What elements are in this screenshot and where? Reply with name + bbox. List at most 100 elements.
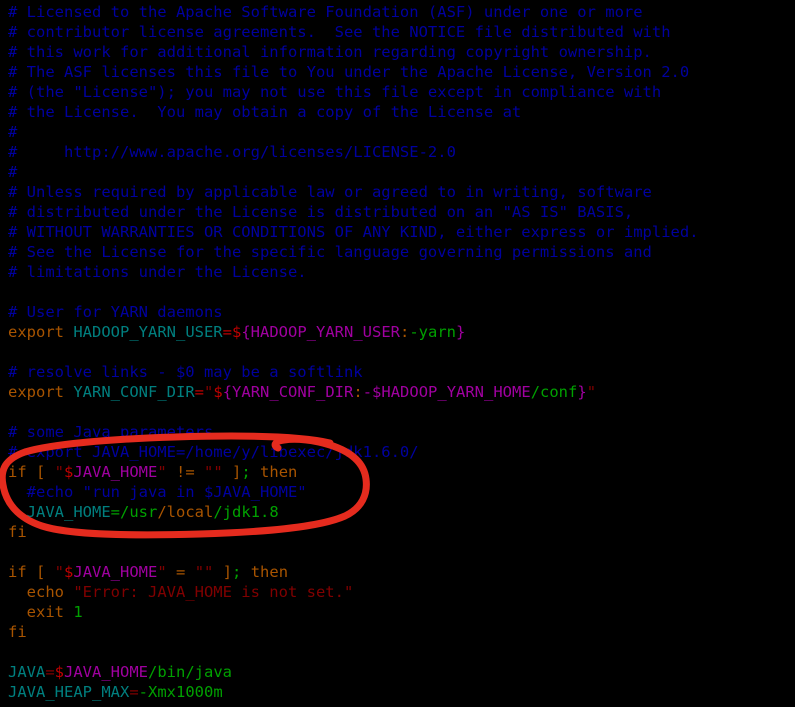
var-java-home: JAVA_HOME xyxy=(73,463,158,481)
empty-string: "" xyxy=(194,563,214,581)
bracket-open: [ xyxy=(26,463,55,481)
code-line: # distributed under the License is distr… xyxy=(8,202,699,222)
code-line: # export JAVA_HOME=/home/y/libexec/jdk1.… xyxy=(8,442,699,462)
error-message-string: "Error: JAVA_HOME is not set." xyxy=(64,583,354,601)
var-java-heap-max: JAVA_HEAP_MAX xyxy=(8,683,130,701)
path-local: /local xyxy=(157,503,214,521)
comment-commented-export: # export JAVA_HOME=/home/y/libexec/jdk1.… xyxy=(8,443,419,461)
code-line: # User for YARN daemons xyxy=(8,302,699,322)
param-default-var: -$HADOOP_YARN_HOME xyxy=(362,383,531,401)
shell-script-code[interactable]: # Licensed to the Apache Software Founda… xyxy=(8,2,699,702)
path-usr: /usr xyxy=(120,503,158,521)
code-line-heap-max: JAVA_HEAP_MAX=-Xmx1000m xyxy=(8,682,699,702)
quote-open: " xyxy=(54,563,65,581)
dollar-sign: $ xyxy=(64,563,74,581)
comment-text: # See the License for the specific langu… xyxy=(8,243,652,261)
keyword-export: export xyxy=(8,323,64,341)
code-line: # Licensed to the Apache Software Founda… xyxy=(8,2,699,22)
code-line-commented-echo: #echo "run java in $JAVA_HOME" xyxy=(8,482,699,502)
code-line: # http://www.apache.org/licenses/LICENSE… xyxy=(8,142,699,162)
comment-text: # limitations under the License. xyxy=(8,263,307,281)
keyword-if: if xyxy=(8,563,27,581)
comment-text: # Unless required by applicable law or a… xyxy=(8,183,652,201)
code-line: # some Java parameters xyxy=(8,422,699,442)
comment-url-text: # http://www.apache.org/licenses/LICENSE… xyxy=(8,143,456,161)
brace-open: { xyxy=(241,323,251,341)
param-name: YARN_CONF_DIR xyxy=(232,383,354,401)
operator-equal: = xyxy=(166,563,195,581)
var-java-home: JAVA_HOME xyxy=(73,563,158,581)
keyword-if: if xyxy=(8,463,27,481)
path-bin-java: /bin/java xyxy=(148,663,233,681)
code-line: # resolve links - $0 may be a softlink xyxy=(8,362,699,382)
code-line-java-home-assign: JAVA_HOME=/usr/local/jdk1.8 xyxy=(8,502,699,522)
var-java: JAVA xyxy=(8,663,46,681)
code-line: # Unless required by applicable law or a… xyxy=(8,182,699,202)
code-line: # (the "License"); you may not use this … xyxy=(8,82,699,102)
terminal-window[interactable]: # Licensed to the Apache Software Founda… xyxy=(0,0,795,707)
heap-max-value: -Xmx1000m xyxy=(138,683,223,701)
quote-close: " xyxy=(586,383,597,401)
code-line-if-java-home-set: if [ "$JAVA_HOME" != "" ]; then xyxy=(8,462,699,482)
keyword-then: then xyxy=(241,563,289,581)
comment-text: #echo "run java in $JAVA_HOME" xyxy=(8,483,307,501)
dollar-sign: $ xyxy=(54,663,65,681)
comment-text: # (the "License"); you may not use this … xyxy=(8,83,662,101)
code-line: # limitations under the License. xyxy=(8,262,699,282)
brace-close: } xyxy=(456,323,466,341)
comment-text: # this work for additional information r… xyxy=(8,43,652,61)
bracket-close: ] xyxy=(213,563,233,581)
var-name: YARN_CONF_DIR xyxy=(64,383,195,401)
empty-string: "" xyxy=(204,463,223,481)
brace-close: } xyxy=(577,383,587,401)
comment-text: # resolve links - $0 may be a softlink xyxy=(8,363,363,381)
keyword-exit: exit xyxy=(8,603,64,621)
comment-text: # Licensed to the Apache Software Founda… xyxy=(8,3,643,21)
code-line: # the License. You may obtain a copy of … xyxy=(8,102,699,122)
code-line-export-yarn-user: export HADOOP_YARN_USER=${HADOOP_YARN_US… xyxy=(8,322,699,342)
var-name: HADOOP_YARN_USER xyxy=(64,323,223,341)
code-line: # contributor license agreements. See th… xyxy=(8,22,699,42)
comment-text: # the License. You may obtain a copy of … xyxy=(8,103,522,121)
var-java-home: JAVA_HOME xyxy=(8,503,111,521)
code-line: # The ASF licenses this file to You unde… xyxy=(8,62,699,82)
comment-text: # xyxy=(8,123,18,141)
code-line-fi: fi xyxy=(8,622,699,642)
quote-open: " xyxy=(204,383,214,401)
path-jdk: /jdk1.8 xyxy=(213,503,279,521)
keyword-fi: fi xyxy=(8,623,27,641)
param-default-path: /conf xyxy=(530,383,578,401)
code-line: # this work for additional information r… xyxy=(8,42,699,62)
comment-text: # distributed under the License is distr… xyxy=(8,203,634,221)
semicolon: ; xyxy=(241,463,251,481)
equals-sign: = xyxy=(45,663,55,681)
semicolon: ; xyxy=(232,563,242,581)
code-line: # See the License for the specific langu… xyxy=(8,242,699,262)
var-java-home: JAVA_HOME xyxy=(64,663,149,681)
param-default-value: -yarn xyxy=(409,323,456,341)
param-colon: : xyxy=(353,383,363,401)
bracket-close: ] xyxy=(222,463,242,481)
code-line-exit: exit 1 xyxy=(8,602,699,622)
equals-sign: = xyxy=(129,683,139,701)
comment-text: # User for YARN daemons xyxy=(8,303,223,321)
code-line: # xyxy=(8,162,699,182)
quote-close: " xyxy=(157,463,167,481)
comment-text: # xyxy=(8,163,18,181)
code-line-if-java-home-empty: if [ "$JAVA_HOME" = "" ]; then xyxy=(8,562,699,582)
quote-close: " xyxy=(157,563,167,581)
operator-not-equal: != xyxy=(166,463,205,481)
code-line-fi: fi xyxy=(8,522,699,542)
dollar-sign: $ xyxy=(213,383,223,401)
comment-text: # The ASF licenses this file to You unde… xyxy=(8,63,690,81)
param-colon: : xyxy=(399,323,410,341)
code-line: # WITHOUT WARRANTIES OR CONDITIONS OF AN… xyxy=(8,222,699,242)
dollar-sign: $ xyxy=(64,463,74,481)
comment-text: # contributor license agreements. See th… xyxy=(8,23,671,41)
keyword-fi: fi xyxy=(8,523,27,541)
